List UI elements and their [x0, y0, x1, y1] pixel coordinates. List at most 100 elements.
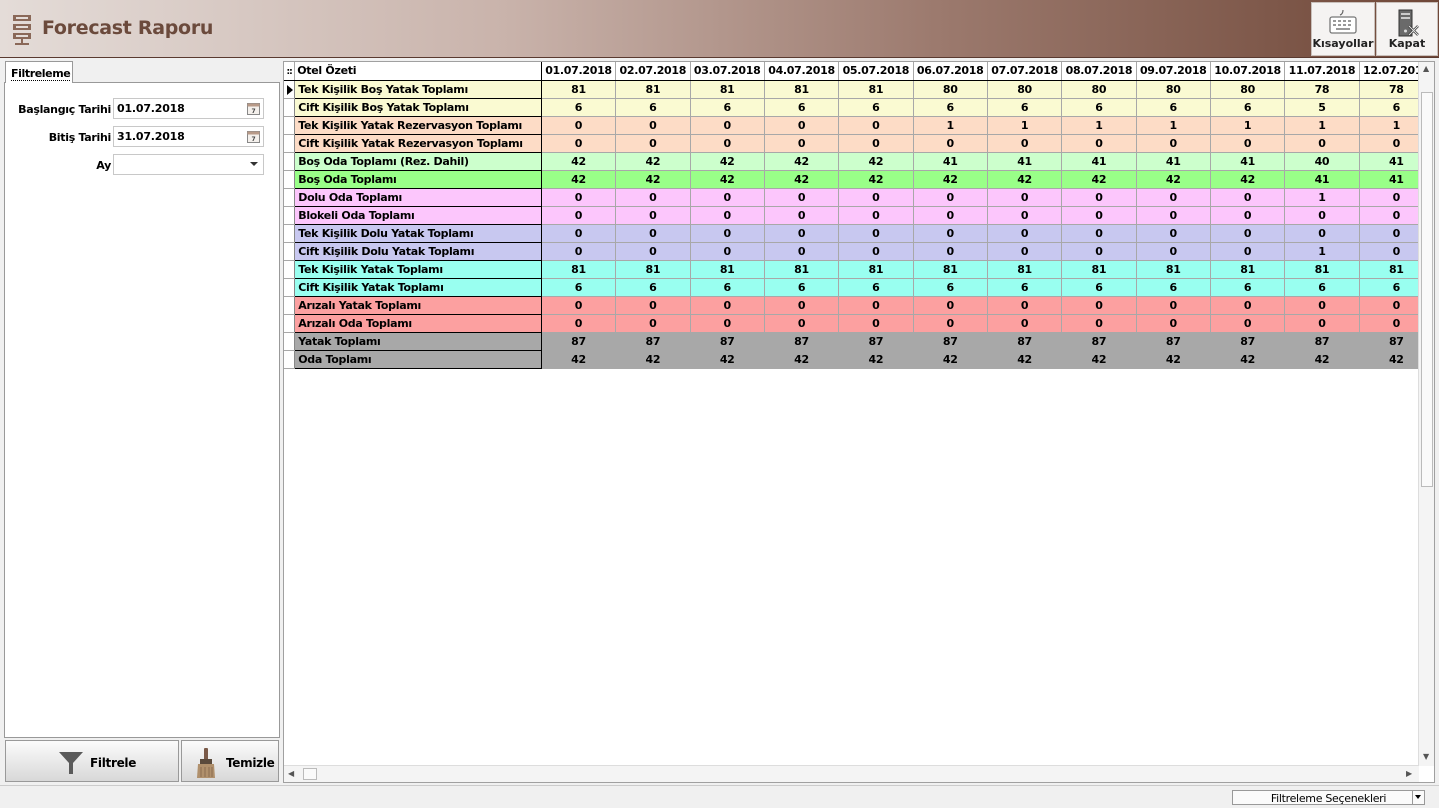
chevron-down-icon[interactable] [250, 162, 258, 166]
table-cell[interactable]: 81 [541, 260, 617, 279]
table-cell[interactable]: 0 [1284, 224, 1360, 243]
table-cell[interactable]: 0 [1210, 314, 1286, 333]
table-cell[interactable]: 41 [1136, 152, 1211, 171]
table-row[interactable]: Dolu Oda Toplamı 0 0 0 0 0 0 0 0 0 0 1 0 [284, 188, 1434, 207]
table-row[interactable]: Tek Kişilik Dolu Yatak Toplamı 0 0 0 0 0 0 0 0 0 0… [284, 224, 1434, 243]
row-label[interactable]: Tek Kişilik Yatak Rezervasyon Toplamı [294, 116, 542, 135]
filter-button[interactable]: Filtrele [5, 740, 179, 782]
table-cell[interactable]: 6 [987, 278, 1063, 297]
table-cell[interactable]: 42 [1061, 170, 1137, 189]
table-row[interactable]: Oda Toplamı 42 42 42 42 42 42 42 42 42 42 42 42 [284, 350, 1434, 369]
column-header-date[interactable]: 01.07.2018 [541, 62, 617, 81]
table-cell[interactable]: 6 [764, 278, 840, 297]
table-cell[interactable]: 1 [1284, 242, 1360, 261]
table-cell[interactable]: 0 [690, 116, 765, 135]
table-cell[interactable]: 81 [1210, 260, 1286, 279]
table-cell[interactable]: 81 [615, 260, 691, 279]
table-row[interactable]: Cift Kişilik Dolu Yatak Toplamı 0 0 0 0 0 0 0 0 0… [284, 242, 1434, 261]
row-indicator[interactable] [284, 152, 296, 171]
table-cell[interactable]: 6 [1210, 98, 1286, 117]
table-cell[interactable]: 0 [690, 314, 765, 333]
row-label[interactable]: Blokeli Oda Toplamı [294, 206, 542, 225]
table-cell[interactable]: 0 [1136, 188, 1211, 207]
table-cell[interactable]: 0 [1136, 242, 1211, 261]
table-cell[interactable]: 0 [690, 242, 765, 261]
table-cell[interactable]: 6 [541, 98, 617, 117]
table-cell[interactable]: 42 [913, 350, 988, 369]
table-cell[interactable]: 42 [541, 152, 617, 171]
table-cell[interactable]: 41 [913, 152, 988, 171]
table-cell[interactable]: 0 [1061, 206, 1137, 225]
table-cell[interactable]: 0 [615, 242, 691, 261]
table-cell[interactable]: 0 [690, 296, 765, 315]
row-label[interactable]: Tek Kişilik Boş Yatak Toplamı [294, 80, 542, 99]
column-header-date[interactable]: 05.07.2018 [838, 62, 914, 81]
table-cell[interactable]: 80 [1210, 80, 1286, 99]
row-label[interactable]: Tek Kişilik Yatak Toplamı [294, 260, 542, 279]
row-indicator[interactable] [284, 350, 296, 369]
row-indicator[interactable] [284, 170, 296, 189]
table-cell[interactable]: 0 [1210, 188, 1286, 207]
table-cell[interactable]: 0 [690, 224, 765, 243]
row-indicator[interactable] [284, 332, 296, 351]
vertical-scrollbar[interactable]: ▲ ▼ [1418, 62, 1434, 766]
table-cell[interactable]: 0 [764, 296, 840, 315]
table-cell[interactable]: 1 [987, 116, 1063, 135]
scroll-up-icon[interactable]: ▲ [1423, 64, 1429, 73]
row-label[interactable]: Dolu Oda Toplamı [294, 188, 542, 207]
table-cell[interactable]: 81 [838, 80, 914, 99]
row-indicator[interactable] [284, 98, 296, 117]
table-cell[interactable]: 87 [764, 332, 840, 351]
table-cell[interactable]: 42 [1284, 350, 1360, 369]
table-cell[interactable]: 0 [1136, 224, 1211, 243]
table-cell[interactable]: 0 [1284, 296, 1360, 315]
column-header-date[interactable]: 09.07.2018 [1136, 62, 1211, 81]
table-cell[interactable]: 0 [913, 296, 988, 315]
table-row[interactable]: Boş Oda Toplamı (Rez. Dahil) 42 42 42 42 42 41… [284, 152, 1434, 171]
table-cell[interactable]: 42 [838, 350, 914, 369]
table-cell[interactable]: 87 [1061, 332, 1137, 351]
table-row[interactable]: Blokeli Oda Toplamı 0 0 0 0 0 0 0 0 0 0 0 0 [284, 206, 1434, 225]
table-cell[interactable]: 6 [913, 278, 988, 297]
row-label[interactable]: Arızalı Oda Toplamı [294, 314, 542, 333]
table-cell[interactable]: 0 [1136, 134, 1211, 153]
tab-filtreleme[interactable]: Filtreleme [5, 61, 73, 83]
table-cell[interactable]: 87 [838, 332, 914, 351]
table-cell[interactable]: 1 [1284, 116, 1360, 135]
table-cell[interactable]: 1 [1210, 116, 1286, 135]
row-indicator[interactable] [284, 314, 296, 333]
table-cell[interactable]: 1 [1136, 116, 1211, 135]
table-cell[interactable]: 6 [1061, 98, 1137, 117]
table-cell[interactable]: 42 [838, 170, 914, 189]
table-cell[interactable]: 0 [764, 206, 840, 225]
table-cell[interactable]: 42 [1210, 170, 1286, 189]
table-cell[interactable]: 42 [690, 152, 765, 171]
table-row[interactable]: Arızalı Yatak Toplamı 0 0 0 0 0 0 0 0 0 0 0 0 [284, 296, 1434, 315]
table-cell[interactable]: 0 [838, 116, 914, 135]
table-cell[interactable]: 0 [838, 188, 914, 207]
table-cell[interactable]: 0 [615, 134, 691, 153]
table-cell[interactable]: 42 [913, 170, 988, 189]
grid-corner[interactable]: :: [284, 62, 296, 81]
table-cell[interactable]: 0 [1284, 206, 1360, 225]
table-cell[interactable]: 87 [1136, 332, 1211, 351]
horizontal-scrollbar[interactable]: ◀ ▶ [284, 765, 1419, 782]
table-cell[interactable]: 42 [764, 170, 840, 189]
table-cell[interactable]: 81 [1136, 260, 1211, 279]
table-cell[interactable]: 0 [987, 242, 1063, 261]
table-cell[interactable]: 81 [764, 260, 840, 279]
table-cell[interactable]: 0 [987, 206, 1063, 225]
row-indicator[interactable] [284, 206, 296, 225]
calendar-icon[interactable]: 7 [247, 102, 260, 115]
table-cell[interactable]: 6 [1284, 278, 1360, 297]
table-cell[interactable]: 81 [690, 80, 765, 99]
table-cell[interactable]: 0 [615, 188, 691, 207]
table-cell[interactable]: 0 [764, 242, 840, 261]
table-cell[interactable]: 42 [1061, 350, 1137, 369]
table-cell[interactable]: 0 [690, 188, 765, 207]
table-cell[interactable]: 0 [541, 242, 617, 261]
table-cell[interactable]: 5 [1284, 98, 1360, 117]
shortcuts-button[interactable]: Kısayollar [1311, 2, 1375, 56]
row-label[interactable]: Tek Kişilik Dolu Yatak Toplamı [294, 224, 542, 243]
column-header-date[interactable]: 03.07.2018 [690, 62, 765, 81]
